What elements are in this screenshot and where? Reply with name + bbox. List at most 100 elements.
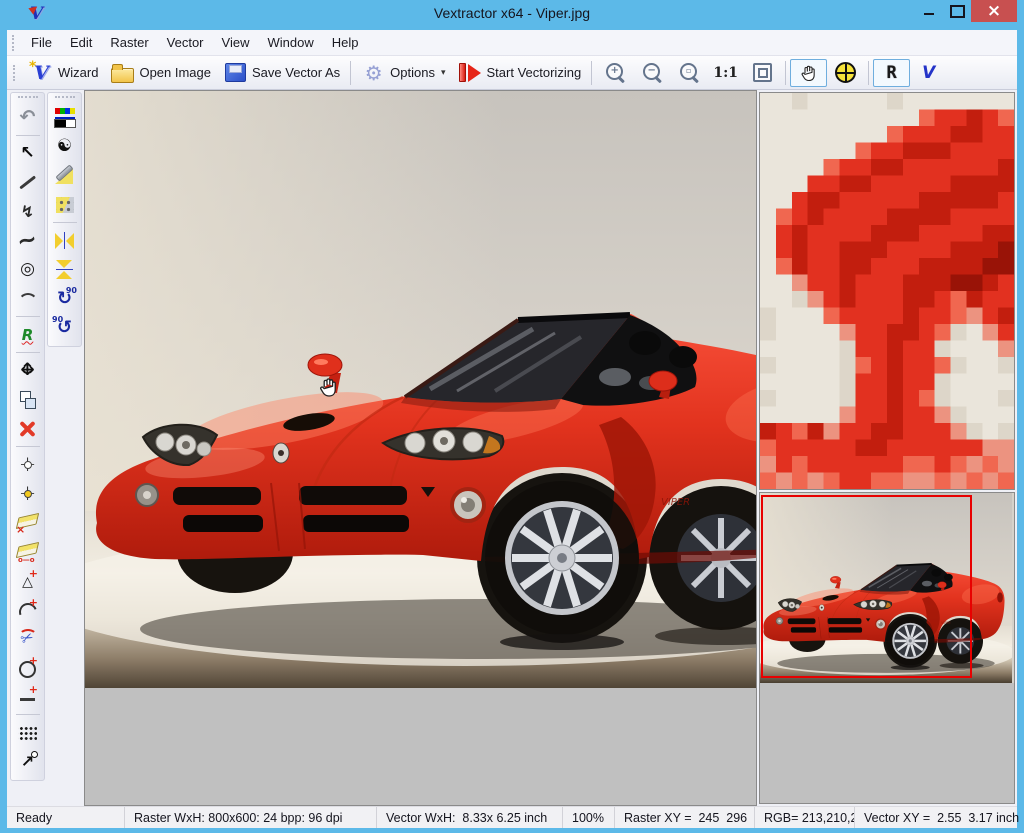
menu-raster[interactable]: Raster bbox=[101, 32, 157, 53]
curve-tool[interactable] bbox=[12, 226, 43, 255]
close-curve-tool[interactable] bbox=[12, 653, 43, 682]
pan-tool-button[interactable] bbox=[790, 59, 827, 87]
minimize-button[interactable] bbox=[915, 0, 943, 22]
add-arc-node-tool[interactable] bbox=[12, 595, 43, 624]
arc-tool[interactable] bbox=[12, 284, 43, 313]
viewport-rectangle[interactable] bbox=[761, 495, 972, 678]
menu-view[interactable]: View bbox=[213, 32, 259, 53]
viper-image bbox=[85, 91, 756, 688]
add-node-tool[interactable] bbox=[12, 566, 43, 595]
color-reduction-tool[interactable] bbox=[49, 103, 80, 132]
invert-image-tool[interactable] bbox=[49, 132, 80, 161]
window-title: Vextractor x64 - Viper.jpg bbox=[0, 5, 1024, 21]
rotate-90-ccw-tool[interactable] bbox=[49, 313, 80, 342]
move-node-tool[interactable] bbox=[12, 450, 43, 479]
trace-tool[interactable] bbox=[12, 320, 43, 349]
zoom-in-button[interactable] bbox=[596, 59, 633, 87]
tool-separator bbox=[53, 222, 77, 223]
save-vector-as-button[interactable]: Save Vector As bbox=[217, 59, 346, 87]
close-button[interactable] bbox=[971, 0, 1017, 22]
overview-panel[interactable] bbox=[759, 492, 1015, 804]
select-tool[interactable] bbox=[12, 139, 43, 168]
zoom-fit-button[interactable] bbox=[744, 59, 781, 87]
zoom-fit-icon bbox=[750, 61, 775, 84]
start-vectorizing-button[interactable]: Start Vectorizing bbox=[452, 59, 588, 87]
show-raster-button[interactable] bbox=[873, 59, 910, 87]
maximize-button[interactable] bbox=[943, 0, 971, 22]
polyline-icon bbox=[15, 200, 40, 223]
start-vectorizing-button-label: Start Vectorizing bbox=[487, 65, 582, 80]
status-raster-xy: Raster XY = 245 296 bbox=[615, 807, 755, 828]
clean-raster-tool[interactable] bbox=[49, 161, 80, 190]
pick-point-tool[interactable] bbox=[12, 747, 43, 776]
delete-object-tool[interactable] bbox=[12, 414, 43, 443]
curve-icon bbox=[15, 229, 40, 252]
flip-vertical-icon bbox=[52, 229, 77, 252]
open-image-icon bbox=[110, 61, 135, 84]
center-view-button[interactable] bbox=[827, 59, 864, 87]
main-canvas[interactable] bbox=[84, 90, 757, 806]
erase-segment-icon bbox=[15, 540, 40, 563]
erase-object-tool[interactable] bbox=[12, 508, 43, 537]
undo-tool[interactable] bbox=[12, 103, 43, 132]
menu-edit[interactable]: Edit bbox=[61, 32, 101, 53]
copy-object-tool[interactable] bbox=[12, 385, 43, 414]
despeckle-tool[interactable] bbox=[49, 190, 80, 219]
tool-separator bbox=[16, 446, 40, 447]
menubar-grip bbox=[12, 35, 18, 51]
rotate-cw-icon bbox=[52, 287, 77, 310]
zoom-out-button[interactable] bbox=[633, 59, 670, 87]
pixel-magnifier-panel[interactable] bbox=[759, 92, 1015, 490]
cut-segment-tool[interactable] bbox=[12, 624, 43, 653]
zoom-actual-size-button[interactable] bbox=[707, 59, 744, 87]
circle-tool[interactable] bbox=[12, 255, 43, 284]
status-zoom-level: 100% bbox=[563, 807, 615, 828]
move-object-tool[interactable] bbox=[12, 356, 43, 385]
flip-vertical-tool[interactable] bbox=[49, 226, 80, 255]
move-center-icon bbox=[15, 482, 40, 505]
tool-column-draw bbox=[10, 92, 45, 781]
toolbar-separator bbox=[785, 61, 786, 85]
erase-object-icon bbox=[15, 511, 40, 534]
select-arrow-icon bbox=[15, 142, 40, 165]
target-icon bbox=[833, 61, 858, 84]
wizard-icon bbox=[29, 61, 54, 84]
toolbar-items: Wizard Open Image Save Vector As Options ▾ St… bbox=[23, 59, 947, 87]
side-panels bbox=[757, 90, 1017, 806]
vector-v-icon bbox=[916, 61, 941, 84]
show-vector-button[interactable] bbox=[910, 59, 947, 87]
app-window: Vextractor x64 - Viper.jpg FileEditRaste… bbox=[0, 0, 1024, 833]
invert-icon bbox=[52, 135, 77, 158]
dropdown-arrow-icon: ▾ bbox=[441, 67, 446, 78]
status-raster-size: Raster WxH: 800x600: 24 bpp: 96 dpi bbox=[125, 807, 377, 828]
erase-segment-tool[interactable] bbox=[12, 537, 43, 566]
grid-snap-tool[interactable] bbox=[12, 718, 43, 747]
menu-window[interactable]: Window bbox=[258, 32, 322, 53]
start-vectorizing-icon bbox=[458, 61, 483, 84]
flip-horizontal-icon bbox=[53, 257, 76, 282]
polyline-tool[interactable] bbox=[12, 197, 43, 226]
app-frame: FileEditRasterVectorViewWindowHelp Wizar… bbox=[7, 30, 1017, 828]
rotate-90-cw-tool[interactable] bbox=[49, 284, 80, 313]
move-center-tool[interactable] bbox=[12, 479, 43, 508]
open-image-button[interactable]: Open Image bbox=[104, 59, 217, 87]
options-button-label: Options bbox=[390, 65, 435, 80]
toolbar-separator bbox=[350, 61, 351, 85]
rotate-ccw-icon bbox=[52, 316, 77, 339]
picker-icon bbox=[15, 750, 40, 773]
menu-file[interactable]: File bbox=[22, 32, 61, 53]
line-tool[interactable] bbox=[12, 168, 43, 197]
flip-horizontal-tool[interactable] bbox=[49, 255, 80, 284]
titlebar: Vextractor x64 - Viper.jpg bbox=[0, 0, 1024, 30]
menu-vector[interactable]: Vector bbox=[158, 32, 213, 53]
hand-icon bbox=[796, 61, 821, 84]
toolbar-separator bbox=[591, 61, 592, 85]
zoom-window-button[interactable] bbox=[670, 59, 707, 87]
menu-help[interactable]: Help bbox=[323, 32, 368, 53]
status-vector-size: Vector WxH: 8.33x 6.25 inch bbox=[377, 807, 563, 828]
tool-separator bbox=[16, 135, 40, 136]
options-button[interactable]: Options ▾ bbox=[355, 59, 451, 87]
wizard-button[interactable]: Wizard bbox=[23, 59, 104, 87]
open-image-button-label: Open Image bbox=[139, 65, 211, 80]
add-segment-tool[interactable] bbox=[12, 682, 43, 711]
